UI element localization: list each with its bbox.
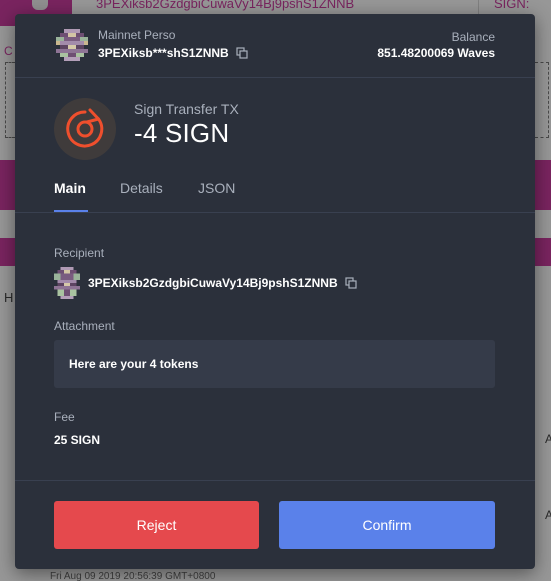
active-tab-indicator bbox=[54, 210, 88, 212]
confirm-button[interactable]: Confirm bbox=[279, 501, 495, 549]
attachment-label: Attachment bbox=[54, 319, 115, 333]
transfer-out-icon bbox=[54, 98, 116, 160]
dialog-footer: Reject Confirm bbox=[15, 480, 535, 569]
reject-button[interactable]: Reject bbox=[54, 501, 259, 549]
fee-value: 25 SIGN bbox=[54, 433, 101, 447]
account-avatar bbox=[56, 29, 88, 61]
transaction-title: Sign Transfer TX bbox=[134, 101, 239, 117]
recipient-avatar bbox=[54, 267, 80, 299]
tab-json[interactable]: JSON bbox=[198, 180, 235, 196]
recipient-address: 3PEXiksb2GzdgbiCuwaVy14Bj9pshS1ZNNB bbox=[88, 276, 357, 290]
recipient-row: 3PEXiksb2GzdgbiCuwaVy14Bj9pshS1ZNNB bbox=[54, 267, 357, 299]
tab-bar: Main Details JSON bbox=[15, 174, 535, 213]
account-address: 3PEXiksb***shS1ZNNB bbox=[98, 46, 248, 60]
transaction-amount: -4 SIGN bbox=[134, 118, 230, 148]
attachment-text: Here are your 4 tokens bbox=[69, 357, 199, 371]
recipient-label: Recipient bbox=[54, 246, 105, 260]
attachment-box: Here are your 4 tokens bbox=[54, 340, 495, 388]
copy-icon[interactable] bbox=[345, 277, 357, 289]
balance-value: 851.48200069 Waves bbox=[377, 46, 495, 60]
tab-main[interactable]: Main bbox=[54, 180, 86, 196]
tab-details[interactable]: Details bbox=[120, 180, 163, 196]
fee-label: Fee bbox=[54, 410, 75, 424]
sign-transaction-dialog: Mainnet Perso 3PEXiksb***shS1ZNNB Balanc… bbox=[15, 14, 535, 569]
recipient-address-text: 3PEXiksb2GzdgbiCuwaVy14Bj9pshS1ZNNB bbox=[88, 276, 338, 290]
account-header: Mainnet Perso 3PEXiksb***shS1ZNNB Balanc… bbox=[15, 14, 535, 78]
account-address-text: 3PEXiksb***shS1ZNNB bbox=[98, 46, 229, 60]
copy-icon[interactable] bbox=[236, 47, 248, 59]
account-name: Mainnet Perso bbox=[98, 28, 176, 42]
balance-label: Balance bbox=[451, 30, 495, 44]
